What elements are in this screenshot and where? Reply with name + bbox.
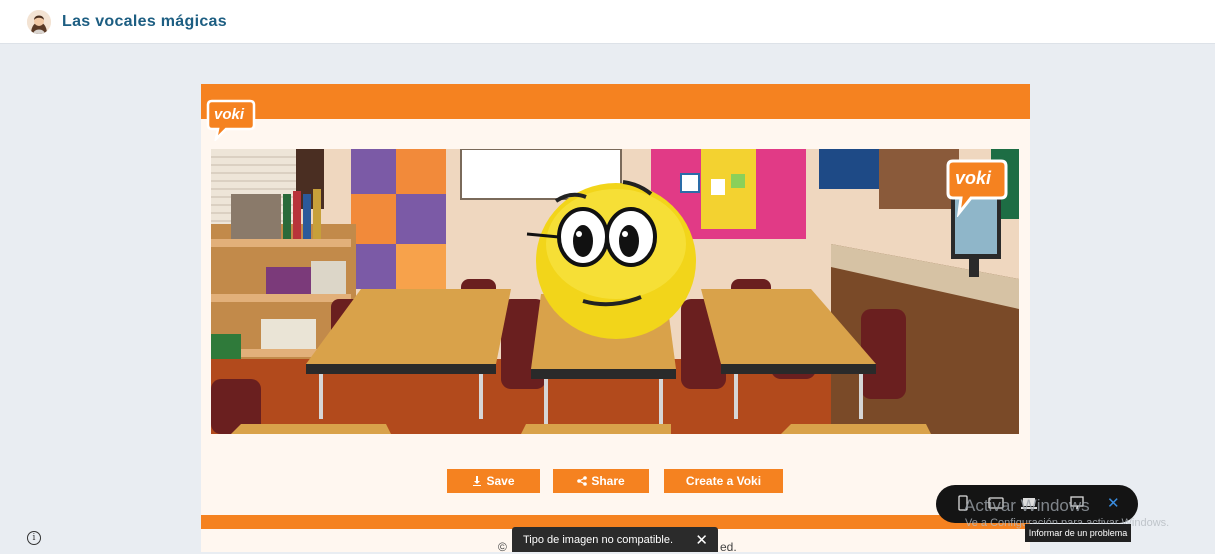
- avatar[interactable]: [27, 10, 51, 34]
- download-icon: [473, 476, 482, 486]
- voki-logo[interactable]: voki: [206, 97, 256, 146]
- create-voki-button[interactable]: Create a Voki: [664, 469, 783, 493]
- toolbar-close-button[interactable]: ✕: [1107, 494, 1120, 512]
- share-button[interactable]: Share: [553, 469, 649, 493]
- scene-voki-logo: voki: [945, 157, 1009, 222]
- create-voki-button-label: Create a Voki: [685, 474, 762, 488]
- card-header-bar: [201, 84, 1030, 119]
- page-title[interactable]: Las vocales mágicas: [62, 13, 227, 31]
- report-problem-tooltip: Informar de un problema: [1025, 524, 1131, 542]
- voki-logo-text: voki: [214, 106, 245, 123]
- voki-scene[interactable]: voki: [211, 149, 1019, 434]
- toast-message: Tipo de imagen no compatible.: [523, 534, 674, 546]
- save-button-label: Save: [486, 474, 515, 488]
- share-button-label: Share: [591, 474, 625, 488]
- error-toast: Tipo de imagen no compatible. ✕: [512, 527, 718, 552]
- info-icon[interactable]: i: [27, 531, 41, 545]
- scene-voki-logo-text: voki: [955, 168, 992, 188]
- toast-close-button[interactable]: ✕: [695, 531, 708, 549]
- windows-activation-title: Activar Windows: [964, 496, 1090, 515]
- share-icon: [577, 476, 588, 486]
- save-button[interactable]: Save: [447, 469, 540, 493]
- top-bar: Las vocales mágicas: [0, 0, 1215, 44]
- voki-player-card: voki voki Save Share Create a Voki © ed.: [201, 84, 1030, 554]
